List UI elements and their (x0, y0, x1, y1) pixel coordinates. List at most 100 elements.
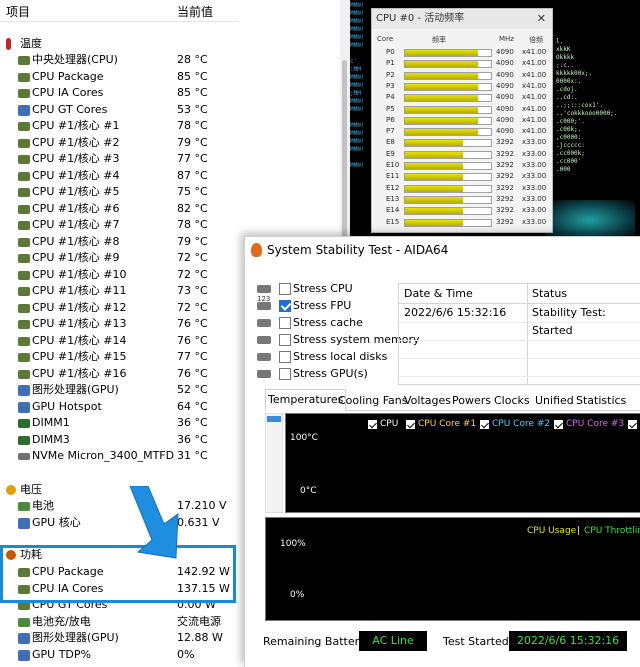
core-id: P1 (386, 59, 395, 68)
sensor-row[interactable]: CPU #1/核心 #4 87 °C (0, 168, 238, 184)
column-value[interactable]: 当前值 (177, 3, 213, 20)
sensor-row[interactable]: DIMM3 36 °C (0, 432, 238, 448)
sensor-row[interactable]: 中央处理器(CPU) 28 °C (0, 52, 238, 68)
sensor-row[interactable]: CPU #1/核心 #11 73 °C (0, 283, 238, 299)
close-icon[interactable]: ✕ (537, 9, 546, 29)
terminal-right-text: l. xkkK Okkkk ;:c.. kkkkk00x;. 0000x:. .… (556, 38, 618, 173)
sensor-value: 78 °C (177, 218, 208, 231)
sensor-row[interactable]: CPU #1/核心 #1 78 °C (0, 118, 238, 134)
chip-icon (18, 72, 30, 82)
stress-checkbox[interactable] (279, 368, 291, 380)
sensor-row[interactable]: CPU GT Cores 53 °C (0, 102, 238, 118)
sensor-label: CPU #1/核心 #4 (32, 168, 120, 182)
stress-checkbox[interactable] (279, 334, 291, 346)
sensor-row[interactable]: CPU #1/核心 #14 76 °C (0, 333, 238, 349)
freq-bar-fill (405, 140, 464, 147)
tab-clocks[interactable]: Clocks (492, 391, 532, 411)
tab-statistics[interactable]: Statistics (574, 391, 628, 411)
sensor-row[interactable]: CPU #1/核心 #5 75 °C (0, 184, 238, 200)
sensor-label: GPU TDP% (32, 647, 91, 661)
core-multiplier: x41.00 (522, 81, 547, 90)
freq-bar (404, 150, 492, 159)
freq-title-text: CPU #0 - 活动频率 (376, 13, 465, 24)
gpu-icon (18, 401, 30, 413)
core-multiplier: x41.00 (522, 127, 547, 136)
legend-core2-checkbox[interactable] (480, 420, 489, 429)
sensor-list-track[interactable] (265, 413, 283, 513)
sensor-value: 82 °C (177, 201, 208, 215)
core-id: E8 (386, 138, 395, 147)
log-header-date[interactable]: Date & Time (399, 284, 527, 304)
sensor-row[interactable]: CPU #1/核心 #7 78 °C (0, 217, 238, 233)
sensor-row[interactable]: CPU #1/核心 #6 82 °C (0, 201, 238, 217)
freq-bar (404, 49, 492, 57)
sensor-row[interactable]: CPU #1/核心 #12 72 °C (0, 300, 238, 316)
freq-bar (404, 105, 492, 114)
sst-titlebar: System Stability Test - AIDA64 (245, 237, 640, 263)
test-started-label: Test Started: (443, 635, 513, 648)
legend-core1-checkbox[interactable] (406, 420, 415, 429)
chip-icon (18, 254, 30, 263)
sensor-row[interactable]: CPU #1/核心 #16 76 °C (0, 366, 238, 382)
sensor-value: 85 °C (177, 86, 208, 99)
sensor-row[interactable]: CPU #1/核心 #2 79 °C (0, 135, 238, 151)
sensor-row[interactable]: 温度 (0, 36, 238, 52)
stress-checkbox[interactable] (279, 351, 291, 363)
core-id: P5 (386, 104, 395, 113)
chip-icon (18, 171, 30, 181)
core-id: E10 (386, 161, 400, 169)
sensor-list-selection[interactable] (267, 416, 281, 422)
tab-temperatures[interactable]: Temperatures (265, 389, 347, 411)
sensor-row[interactable]: CPU #1/核心 #9 72 °C (0, 250, 238, 266)
sensor-row[interactable]: 图形处理器(GPU) 52 °C (0, 382, 238, 398)
sensor-row[interactable]: CPU IA Cores 85 °C (0, 85, 238, 101)
sensor-row[interactable]: 电池充/放电 交流电源 (0, 614, 238, 630)
sensor-row[interactable]: CPU #1/核心 #13 76 °C (0, 316, 238, 332)
core-id: P4 (386, 93, 395, 102)
sensor-row[interactable]: CPU #1/核心 #10 72 °C (0, 267, 238, 283)
stress-checkbox[interactable] (279, 300, 291, 312)
memory-icon (18, 419, 30, 428)
legend-cpu-checkbox[interactable] (368, 420, 377, 429)
tab-powers[interactable]: Powers (450, 391, 493, 411)
sensor-label: 电池 (32, 499, 54, 512)
memory-icon (18, 435, 30, 445)
sensor-row[interactable]: 图形处理器(GPU) 12.88 W (0, 630, 238, 646)
sensor-header: 项目 当前值 (0, 0, 238, 22)
log-header-status[interactable]: Status (527, 284, 640, 304)
stress-checkbox[interactable] (279, 283, 291, 295)
sensor-row[interactable]: CPU #1/核心 #8 79 °C (0, 234, 238, 250)
sensor-row[interactable]: CPU #1/核心 #3 77 °C (0, 151, 238, 167)
tab-unified[interactable]: Unified (533, 391, 576, 411)
usage-legend-label: CPU Usage (527, 526, 577, 536)
sensor-row[interactable]: CPU Package 85 °C (0, 69, 238, 85)
sensor-value: 85 °C (177, 69, 208, 83)
sensor-row[interactable]: NVMe Micron_3400_MTFD 31 °C (0, 448, 238, 464)
stress-checkbox[interactable] (279, 317, 291, 329)
sensor-label: 电压 (20, 483, 42, 496)
chip-icon (18, 320, 30, 329)
sensor-label: CPU #1/核心 #3 (32, 152, 120, 165)
column-item[interactable]: 项目 (6, 3, 30, 20)
freq-bar-fill (405, 50, 479, 56)
tab-voltages[interactable]: Voltages (402, 391, 453, 411)
legend-more-checkbox[interactable] (628, 420, 637, 429)
sensor-row[interactable]: GPU Hotspot 64 °C (0, 399, 238, 415)
sensor-row[interactable]: GPU TDP% 0% (0, 647, 238, 663)
core-mhz: 3292 (496, 217, 514, 226)
tab-cooling-fans[interactable]: Cooling Fans (336, 391, 409, 411)
legend-core3-checkbox[interactable] (554, 420, 563, 429)
freq-row: E10 3292 x33.00 (372, 160, 552, 171)
sensor-label: CPU #1/核心 #16 (32, 366, 127, 380)
sensor-row[interactable]: DIMM1 36 °C (0, 415, 238, 431)
freq-bar-fill (405, 174, 464, 181)
sst-title: System Stability Test - AIDA64 (267, 243, 449, 257)
sensor-label: CPU #1/核心 #14 (32, 333, 127, 347)
freq-bar-fill (405, 151, 464, 158)
stress-device-icon (257, 336, 271, 344)
sensor-value: 73 °C (177, 284, 208, 297)
sensor-value: 72 °C (177, 251, 208, 264)
freq-bar (404, 139, 492, 148)
core-mhz: 3292 (496, 138, 514, 147)
sensor-row[interactable]: CPU #1/核心 #15 77 °C (0, 349, 238, 365)
